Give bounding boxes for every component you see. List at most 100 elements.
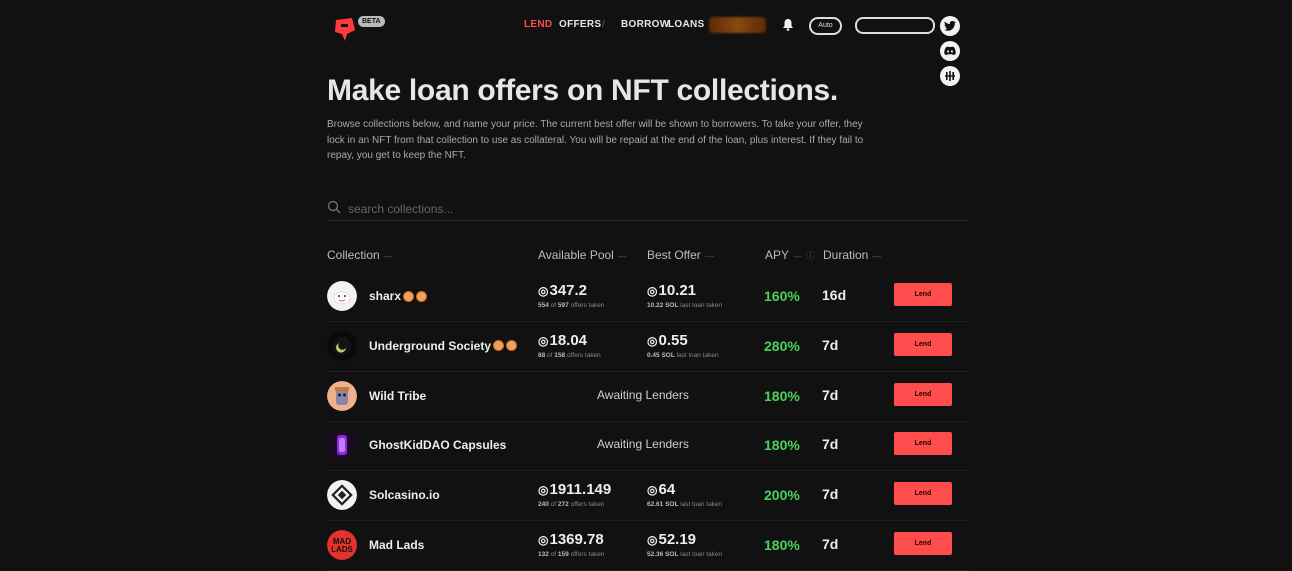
- table-row[interactable]: Underground Society ◎18.04 88 of 158 off…: [327, 321, 969, 372]
- search-icon: [327, 200, 341, 214]
- best-offer: ◎52.19: [647, 531, 696, 548]
- page-description: Browse collections below, and name your …: [327, 119, 864, 161]
- duration-value: 7d: [822, 436, 839, 453]
- collection-name-label: Wild Tribe: [369, 388, 427, 403]
- offers-taken: 554 of 597 offers taken: [538, 302, 605, 309]
- offers-taken-label: offers taken: [570, 501, 605, 509]
- nav-loans[interactable]: LOANS: [668, 19, 705, 30]
- sol-icon: ◎: [538, 333, 549, 348]
- lend-button[interactable]: Lend: [894, 332, 952, 356]
- awaiting-lenders: Awaiting Lenders: [597, 387, 689, 402]
- search-input[interactable]: [346, 198, 950, 220]
- best-offer: ◎64: [647, 481, 675, 498]
- table-row[interactable]: GhostKidDAO Capsules Awaiting Lenders 18…: [327, 420, 969, 472]
- verified-badge-icon: [493, 340, 505, 352]
- auto-toggle[interactable]: Auto: [809, 17, 842, 35]
- collection-name[interactable]: Solcasino.io: [369, 488, 440, 502]
- column-header-duration[interactable]: Duration —: [823, 248, 881, 262]
- last-loan-label: last loan taken: [676, 351, 719, 359]
- collection-avatar: [327, 281, 357, 311]
- last-loan-label: last loan taken: [680, 551, 723, 558]
- collection-name[interactable]: sharx: [369, 289, 428, 303]
- column-header-offer[interactable]: Best Offer —: [647, 248, 714, 262]
- nav-offers[interactable]: OFFERS: [559, 19, 601, 30]
- twitter-icon[interactable]: [940, 16, 960, 36]
- duration-value: 7d: [822, 486, 839, 503]
- best-offer: ◎10.21: [647, 282, 696, 299]
- collection-name[interactable]: Wild Tribe: [369, 389, 426, 403]
- offers-taken-count: 88: [538, 351, 546, 359]
- collection-name-label: sharx: [369, 289, 402, 303]
- apy-value: 180%: [764, 437, 800, 454]
- sol-icon: ◎: [647, 284, 658, 298]
- available-pool: ◎1369.78: [538, 531, 604, 548]
- column-header-apy[interactable]: APY — ⓘ: [765, 248, 815, 262]
- apy-value: 160%: [764, 288, 800, 304]
- nav-borrow[interactable]: BORROW: [621, 19, 669, 30]
- medium-icon[interactable]: [940, 66, 960, 86]
- lend-button[interactable]: Lend: [894, 283, 952, 306]
- lend-button[interactable]: Lend: [894, 432, 952, 456]
- collection-name[interactable]: GhostKidDAO Capsules: [369, 438, 506, 452]
- collection-avatar: [327, 480, 357, 511]
- offers-taken: 132 of 159 offers taken: [538, 551, 605, 558]
- lend-button[interactable]: Lend: [894, 532, 952, 555]
- lend-button[interactable]: Lend: [894, 482, 952, 506]
- available-pool: ◎1911.149: [538, 481, 611, 498]
- offers-taken-count: 240: [538, 501, 549, 509]
- offers-total-count: 159: [557, 551, 569, 558]
- best-offer-value: 0.55: [658, 331, 688, 349]
- connect-wallet-button[interactable]: [855, 17, 935, 34]
- offers-taken: 88 of 158 offers taken: [538, 351, 601, 359]
- last-loan: 52.36 SOL last loan taken: [647, 551, 722, 558]
- collection-name[interactable]: Underground Society: [369, 339, 518, 353]
- table-row[interactable]: MAD LADS Mad Lads ◎1369.78 132 of 159 off…: [327, 520, 969, 571]
- table-row[interactable]: Wild Tribe Awaiting Lenders 180% 7d Lend: [327, 371, 969, 422]
- wallet-balance[interactable]: [709, 17, 766, 33]
- verified-badge-icon: [416, 290, 428, 302]
- apy-value: 180%: [764, 537, 800, 553]
- pool-value: 1911.149: [549, 481, 612, 499]
- awaiting-lenders: Awaiting Lenders: [597, 437, 689, 452]
- duration-value: 7d: [822, 336, 839, 353]
- sol-icon: ◎: [647, 333, 658, 348]
- column-label: Collection: [327, 248, 380, 262]
- offers-taken-label: offers taken: [570, 302, 605, 309]
- last-loan: 62.61 SOL last loan taken: [647, 501, 722, 508]
- sol-icon: ◎: [538, 533, 549, 547]
- collection-avatar: [327, 430, 357, 461]
- collection-name-label: GhostKidDAO Capsules: [369, 438, 507, 453]
- column-header-collection[interactable]: Collection —: [327, 248, 393, 262]
- collection-name[interactable]: Mad Lads: [369, 538, 424, 552]
- table-row[interactable]: sharx ◎347.2 554 of 597 offers taken ◎10…: [327, 271, 969, 322]
- last-loan-value: 62.61 SOL: [647, 501, 679, 509]
- table-row[interactable]: Solcasino.io ◎1911.149 240 of 272 offers…: [327, 470, 969, 522]
- collection-avatar: [327, 380, 357, 411]
- sol-icon: ◎: [647, 483, 658, 498]
- nav-lend[interactable]: LEND: [524, 19, 552, 30]
- column-label: Duration: [823, 248, 869, 262]
- column-label: APY: [765, 248, 790, 262]
- last-loan: 10.22 SOL last loan taken: [647, 302, 722, 309]
- best-offer-value: 52.19: [658, 531, 697, 548]
- apy-value: 180%: [764, 387, 800, 404]
- sort-icon: —: [872, 251, 882, 261]
- info-icon[interactable]: ⓘ: [806, 251, 815, 261]
- collection-avatar: MAD LADS: [327, 530, 357, 560]
- sort-icon: —: [704, 251, 714, 261]
- app-logo[interactable]: [333, 16, 357, 42]
- available-pool: ◎347.2: [538, 282, 587, 299]
- pool-value: 347.2: [549, 282, 588, 299]
- offers-total-count: 158: [554, 351, 566, 359]
- best-offer: ◎0.55: [647, 332, 688, 349]
- discord-icon[interactable]: [940, 41, 960, 61]
- sort-icon: —: [617, 251, 627, 261]
- column-header-pool[interactable]: Available Pool —: [538, 248, 627, 262]
- collection-name-label: Solcasino.io: [369, 488, 440, 503]
- sol-icon: ◎: [538, 284, 549, 298]
- offers-taken: 240 of 272 offers taken: [538, 501, 605, 509]
- bell-icon[interactable]: [782, 18, 794, 31]
- lend-button[interactable]: Lend: [894, 382, 952, 406]
- page-title: Make loan offers on NFT collections.: [327, 74, 838, 107]
- nav-separator: /: [602, 19, 605, 30]
